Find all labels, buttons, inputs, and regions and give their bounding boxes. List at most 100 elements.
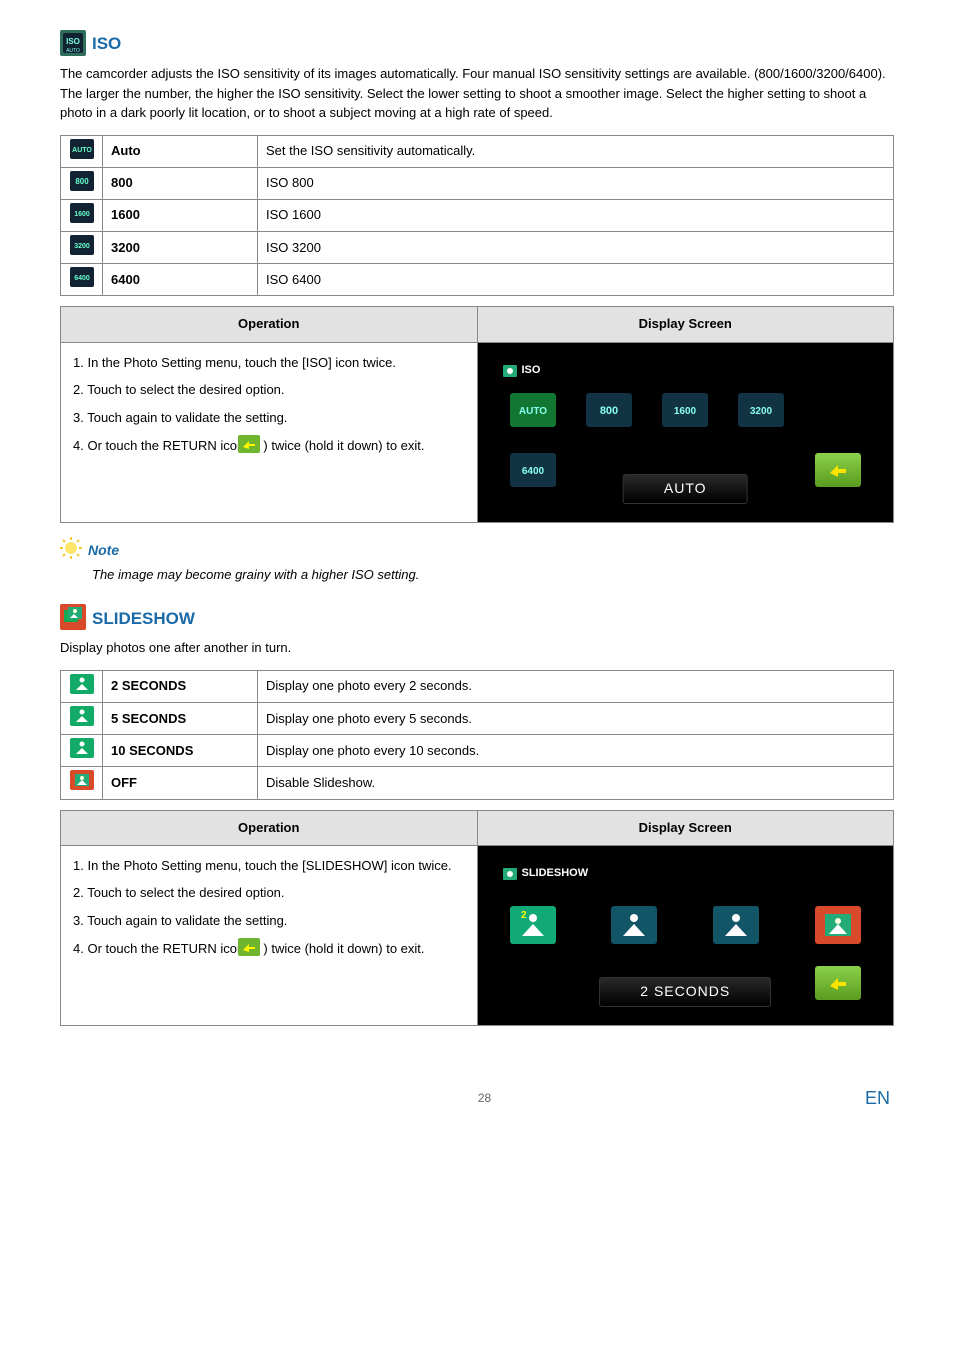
svg-text:1600: 1600 [673,406,696,417]
display-title-bar: ISO [502,363,541,379]
op-step: 3. Touch again to validate the setting. [73,408,465,428]
iso-opt-auto[interactable]: AUTO [510,393,556,427]
iso-opt-1600[interactable]: 1600 [662,393,708,427]
display-title-text: SLIDESHOW [522,866,589,881]
display-header: Display Screen [477,307,894,342]
iso-opt-6400[interactable]: 6400 [510,453,556,487]
iso-opt-3200[interactable]: 3200 [738,393,784,427]
display-title-bar: SLIDESHOW [502,866,589,882]
value-label: 3200 [103,232,258,264]
slide-off-icon [61,767,103,799]
return-icon [256,435,260,459]
operation-header: Operation [61,307,478,342]
slide-opt-2s[interactable]: 2 [510,906,556,944]
value-desc: Disable Slideshow. [258,767,894,799]
value-label: 6400 [103,264,258,296]
svg-text:AUTO: AUTO [66,48,80,54]
svg-text:1600: 1600 [74,211,90,218]
iso-op-table: Operation Display Screen 1. In the Photo… [60,306,894,522]
display-return-button[interactable] [815,966,861,1000]
slide-opt-5s[interactable] [611,906,657,944]
iso-value-table: AUTO Auto Set the ISO sensitivity automa… [60,135,894,297]
table-row: 3200 3200 ISO 3200 [61,232,894,264]
iso-title: ISO [92,32,121,56]
svg-text:3200: 3200 [74,243,90,250]
svg-text:6400: 6400 [74,275,90,282]
value-desc: Display one photo every 10 seconds. [258,735,894,767]
slideshow-op-table: Operation Display Screen 1. In the Photo… [60,810,894,1026]
value-label: Auto [103,135,258,167]
value-label: OFF [103,767,258,799]
table-row: 800 800 ISO 800 [61,167,894,199]
value-label: 2 SECONDS [103,670,258,702]
op-step: 1. In the Photo Setting menu, touch the … [73,856,465,876]
slide-opt-10s[interactable] [713,906,759,944]
value-desc: ISO 1600 [258,199,894,231]
svg-text:2: 2 [521,910,527,921]
op-step: 2. Touch to select the desired option. [73,883,465,903]
operation-header: Operation [61,810,478,845]
iso-section-head: ISO AUTO ISO [60,30,894,56]
table-row: 2 SECONDS Display one photo every 2 seco… [61,670,894,702]
table-row: 10 SECONDS Display one photo every 10 se… [61,735,894,767]
slide-2s-icon [61,670,103,702]
iso-operation-cell: 1. In the Photo Setting menu, touch the … [61,342,478,522]
svg-text:800: 800 [599,405,617,417]
table-row: 1600 1600 ISO 1600 [61,199,894,231]
iso-icon: ISO AUTO [60,30,86,56]
value-desc: Display one photo every 2 seconds. [258,670,894,702]
op-step: 3. Touch again to validate the setting. [73,911,465,931]
svg-text:ISO: ISO [66,37,80,46]
slideshow-title: SLIDESHOW [92,607,195,631]
op-step: 2. Touch to select the desired option. [73,380,465,400]
page-number: 28 [478,1090,491,1107]
table-row: OFF Disable Slideshow. [61,767,894,799]
slideshow-operation-cell: 1. In the Photo Setting menu, touch the … [61,845,478,1025]
note-icon [60,537,82,565]
note-block: Note The image may become grainy with a … [60,537,894,585]
display-return-button[interactable] [815,453,861,487]
value-label: 800 [103,167,258,199]
slideshow-intro: Display photos one after another in turn… [60,638,894,658]
page-footer: 28 EN [60,1086,894,1111]
slideshow-section-head: SLIDESHOW [60,604,894,630]
camera-icon [502,363,518,379]
svg-text:800: 800 [75,177,89,186]
iso-options-row1: AUTO 800 1600 3200 [510,393,862,427]
op-step: 1. In the Photo Setting menu, touch the … [73,353,465,373]
iso-opt-800[interactable]: 800 [586,393,632,427]
svg-text:6400: 6400 [521,466,544,477]
value-desc: Display one photo every 5 seconds. [258,703,894,735]
slideshow-icon [60,604,86,630]
op-step: 4. Or touch the RETURN icon ( ) twice (h… [73,938,465,962]
iso-1600-icon: 1600 [61,199,103,231]
slideshow-value-table: 2 SECONDS Display one photo every 2 seco… [60,670,894,800]
iso-auto-icon: AUTO [61,135,103,167]
slideshow-options-row: 2 [510,906,862,944]
value-label: 1600 [103,199,258,231]
return-icon [256,938,260,962]
display-title-text: ISO [522,363,541,378]
table-row: AUTO Auto Set the ISO sensitivity automa… [61,135,894,167]
display-bottom-label: 2 SECONDS [599,977,771,1007]
value-label: 5 SECONDS [103,703,258,735]
slide-5s-icon [61,703,103,735]
op-step: 4. Or touch the RETURN icon ( ) twice (h… [73,435,465,459]
slideshow-display-cell: SLIDESHOW 2 2 SECONDS [477,845,894,1025]
iso-800-icon: 800 [61,167,103,199]
svg-text:AUTO: AUTO [518,406,546,417]
language-label: EN [865,1086,890,1111]
value-desc: ISO 800 [258,167,894,199]
svg-text:AUTO: AUTO [72,147,92,154]
note-body: The image may become grainy with a highe… [92,566,894,584]
table-row: 5 SECONDS Display one photo every 5 seco… [61,703,894,735]
slide-opt-off[interactable] [815,906,861,944]
svg-text:3200: 3200 [749,406,772,417]
iso-display-cell: ISO AUTO 800 1600 3200 6400 AUTO [477,342,894,522]
slide-10s-icon [61,735,103,767]
display-header: Display Screen [477,810,894,845]
value-desc: ISO 3200 [258,232,894,264]
display-bottom-label: AUTO [623,474,748,504]
camera-icon [502,866,518,882]
value-label: 10 SECONDS [103,735,258,767]
